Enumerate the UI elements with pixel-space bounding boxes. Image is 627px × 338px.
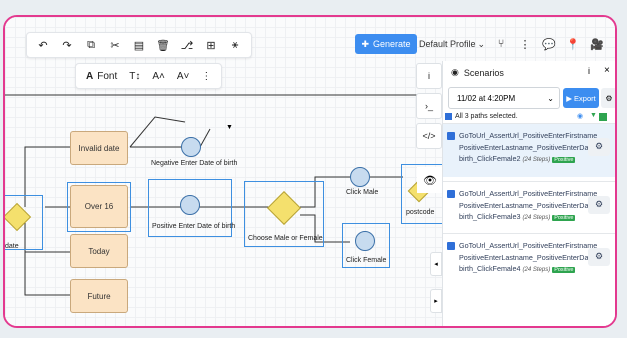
click-female-node[interactable] [355,231,375,251]
path-checkbox[interactable] [447,190,455,198]
negative-dob-label: Negative Enter Date of birth [151,160,238,167]
collapse-left-arrow[interactable]: ◂ [430,252,442,276]
panel-title: Scenarios [463,67,504,78]
positive-badge: Positive [552,215,576,221]
info-icon[interactable]: i [588,66,590,76]
top-right-toolbar: ⑂ ⋮ 💬 📍 🎥 ⋮ [489,32,615,56]
click-male-node[interactable] [350,167,370,187]
date-label: date [5,243,19,250]
expand-right-arrow[interactable]: ▸ [430,289,442,313]
eye-icon[interactable]: 👁 [417,167,443,193]
future-node[interactable]: Future [70,279,128,313]
all-selected-row: All 3 paths selected. [445,113,518,120]
run-date-select[interactable]: 11/02 at 4:20PM ⌄ [448,87,560,109]
eye-icon: ◉ [451,67,459,77]
positive-badge: Positive [552,267,576,273]
path-checkbox[interactable] [447,242,455,250]
path-settings-icon[interactable]: ⚙ [588,196,610,214]
click-female-label: Click Female [346,257,387,264]
path-item-1[interactable]: GoToUrl_AssertUrl_PositiveEnterFirstname… [443,123,615,177]
postcode-label: postcode [406,209,435,216]
positive-dob-label: Positive Enter Date of birth [152,223,236,230]
chevron-down-icon: ⌄ [477,38,486,49]
select-all-checkbox[interactable] [445,113,452,120]
path-item-2[interactable]: GoToUrl_AssertUrl_PositiveEnterFirstname… [443,181,615,233]
invalid-date-node[interactable]: Invalid date [70,131,128,165]
settings-icon[interactable]: ⚙ [601,88,615,108]
panel-header: ◉ Scenarios [451,67,504,78]
pin-icon[interactable]: 📍 [561,32,585,56]
flow-canvas[interactable]: ↶ ↷ ⧉ ✂ ▤ 🗑 ⎇ ⊞ ⚹ A Font T↕ A˄ A˅ ⋮ ✚ Gene… [5,17,615,326]
click-male-label: Click Male [346,189,379,196]
path-settings-icon[interactable]: ⚙ [588,138,610,156]
app-frame: ↶ ↷ ⧉ ✂ ▤ 🗑 ⎇ ⊞ ⚹ A Font T↕ A˄ A˅ ⋮ ✚ Gene… [3,15,617,328]
path-item-3[interactable]: GoToUrl_AssertUrl_PositiveEnterFirstname… [443,233,615,287]
play-icon: ▶ [566,93,573,103]
export-button[interactable]: ▶ Export [563,88,599,108]
scenarios-panel: ◉ Scenarios i × 11/02 at 4:20PM ⌄ ▶ Export … [442,61,615,326]
today-node[interactable]: Today [70,234,128,268]
path-settings-icon[interactable]: ⚙ [588,248,610,266]
negative-dob-node[interactable] [181,137,201,157]
visibility-icon[interactable]: ◉ [577,112,583,120]
color-legend-icon [599,113,607,121]
positive-dob-node[interactable] [180,195,200,215]
path-checkbox[interactable] [447,132,455,140]
cursor-marker: ▼ [226,124,233,131]
video-icon[interactable]: 🎥 [585,32,609,56]
side-tabs: i ›_ </> [416,63,442,153]
filter-icon[interactable]: ▼ [590,112,597,119]
more-icon[interactable]: ⋮ [513,32,537,56]
close-icon[interactable]: × [604,65,610,76]
fork-icon[interactable]: ⑂ [489,32,513,56]
gender-label: Choose Male or Female [248,235,323,242]
chat-icon[interactable]: 💬 [537,32,561,56]
info-tab[interactable]: i [416,63,442,89]
terminal-tab[interactable]: ›_ [416,93,442,119]
menu-more-icon[interactable]: ⋮ [609,32,615,56]
chevron-down-icon: ⌄ [547,93,554,103]
positive-badge: Positive [552,157,576,163]
code-tab[interactable]: </> [416,123,442,149]
over-16-node[interactable]: Over 16 [70,185,128,228]
